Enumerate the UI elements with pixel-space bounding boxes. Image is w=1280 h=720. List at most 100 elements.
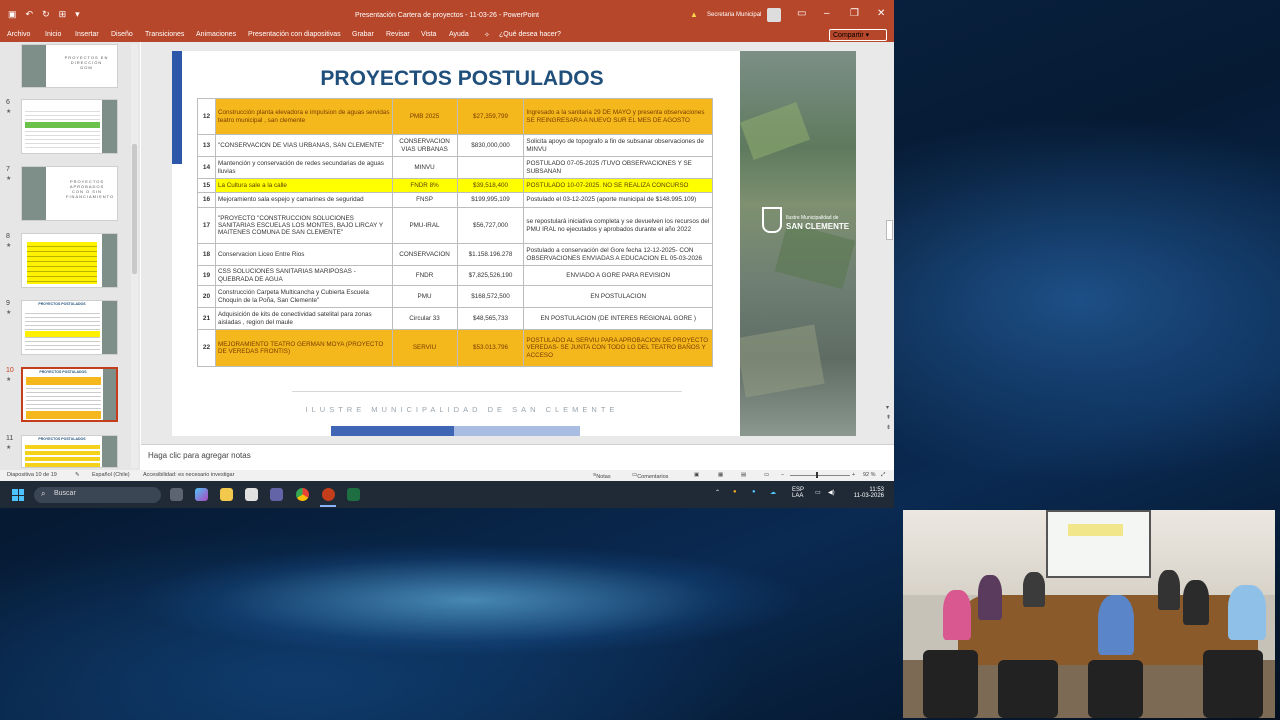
- language[interactable]: Español (Chile): [92, 472, 130, 478]
- slideshow-icon[interactable]: ▭: [764, 472, 769, 478]
- slide-accent-bar: [172, 51, 182, 164]
- warning-icon[interactable]: ▲: [690, 10, 698, 19]
- zoom-out-icon[interactable]: –: [781, 472, 784, 478]
- windows-start-icon[interactable]: [12, 489, 24, 501]
- teams-icon[interactable]: [270, 488, 283, 501]
- search-icon: ⌕: [41, 489, 46, 498]
- notes-button[interactable]: ≡ Notas: [593, 472, 611, 480]
- thumbnail-scroll-thumb[interactable]: [132, 144, 137, 274]
- slide-thumb-8[interactable]: [21, 233, 118, 288]
- volume-icon[interactable]: ◀): [828, 489, 835, 496]
- chrome-icon[interactable]: [296, 488, 309, 501]
- tab-ayuda[interactable]: Ayuda: [449, 31, 469, 38]
- table-row: 19 CSS SOLUCIONES SANITARIAS MARIPOSAS - …: [197, 265, 713, 286]
- language-indicator[interactable]: ESP LAA: [792, 487, 804, 499]
- excel-icon[interactable]: [347, 488, 360, 501]
- copilot-icon[interactable]: [195, 488, 208, 501]
- comments-label: Comentarios: [637, 474, 669, 480]
- tab-presentacion[interactable]: Presentación con diapositivas: [248, 31, 341, 38]
- tray-app-icon[interactable]: ●: [733, 489, 737, 495]
- tab-grabar[interactable]: Grabar: [352, 31, 374, 38]
- ribbon-display-icon[interactable]: ▭: [797, 8, 806, 19]
- undo-icon[interactable]: ↶: [26, 9, 34, 20]
- tab-inicio[interactable]: Inicio: [45, 31, 61, 38]
- prev-slide-icon[interactable]: ⇞: [886, 414, 891, 421]
- slide-thumb-5[interactable]: PROYECTOS EN DIRECCIÓN DOM: [21, 44, 118, 88]
- slide-thumb-6[interactable]: [21, 99, 118, 154]
- taskbar: ⌕ Buscar ⌃ ● ● ☁ ESP LAA ▭ ◀) 11:53 11-03-2…: [0, 481, 894, 508]
- tab-diseno[interactable]: Diseño: [111, 31, 133, 38]
- slide: PROYECTOS POSTULADOS 12 Construcción plan…: [172, 51, 856, 436]
- table-row: 14 Mantención y conservación de redes sec…: [197, 156, 713, 179]
- next-slide-icon[interactable]: ⇟: [886, 424, 891, 431]
- amount: $27,359,799: [456, 98, 525, 135]
- notes-pane[interactable]: Haga clic para agregar notas: [141, 444, 894, 470]
- zoom-in-icon[interactable]: +: [852, 472, 855, 478]
- user-name[interactable]: Secretaria Municipal: [707, 12, 761, 18]
- lightbulb-icon: ✧: [484, 32, 490, 39]
- powerpoint-icon[interactable]: [322, 488, 335, 501]
- projects-table: 12 Construcción planta elevadora e impuls…: [197, 98, 713, 367]
- normal-view-icon[interactable]: ▣: [694, 472, 699, 478]
- project-description: Conservacion Liceo Entre Rios: [214, 243, 393, 266]
- cloud-icon[interactable]: ☁: [770, 489, 776, 496]
- slide-thumb-7[interactable]: PROYECTOS APROBADOS CON O SIN FINANCIAMI…: [21, 166, 118, 221]
- slide-scroll-thumb[interactable]: [886, 220, 893, 240]
- tab-animaciones[interactable]: Animaciones: [196, 31, 236, 38]
- restore-icon[interactable]: ❐: [850, 8, 859, 19]
- tab-insertar[interactable]: Insertar: [75, 31, 99, 38]
- active-app-indicator: [320, 505, 336, 507]
- clock[interactable]: 11:53 11-03-2026: [847, 487, 884, 499]
- edge-tray-icon[interactable]: ●: [752, 489, 756, 495]
- store-icon[interactable]: [245, 488, 258, 501]
- avatar[interactable]: [767, 8, 781, 22]
- meeting-video-feed: [903, 510, 1275, 718]
- slide-thumb-11[interactable]: PROYECTOS POSTULADOS: [21, 435, 118, 468]
- table-row: 12 Construcción planta elevadora e impuls…: [197, 98, 713, 135]
- tab-revisar[interactable]: Revisar: [386, 31, 410, 38]
- slide-thumb-10[interactable]: PROYECTOS POSTULADOS: [21, 367, 118, 422]
- funding-source: MINVU: [391, 156, 458, 179]
- table-row: 18 Conservacion Liceo Entre Rios CONSERVAC…: [197, 243, 713, 266]
- save-icon[interactable]: ▣: [8, 9, 17, 20]
- close-icon[interactable]: ✕: [877, 8, 885, 19]
- accessibility-status[interactable]: Accesibilidad: es necesario investigar: [143, 472, 234, 478]
- project-description: "CONSERVACION DE VIAS URBANAS, SAN CLEME…: [214, 134, 393, 157]
- zoom-slider[interactable]: [790, 475, 850, 476]
- show-hidden-icons[interactable]: ⌃: [715, 489, 720, 496]
- present-icon[interactable]: ⊞: [59, 9, 67, 20]
- thumbnail-scrollbar[interactable]: [131, 44, 138, 468]
- tab-archivo[interactable]: Archivo: [7, 31, 30, 38]
- powerpoint-window: ▣ ↶ ↻ ⊞ ▾ Presentación Cartera de proyec…: [0, 0, 894, 508]
- share-button[interactable]: Compartir ▾: [829, 29, 887, 41]
- funding-source: Circular 33: [391, 307, 458, 330]
- comments-button[interactable]: ▭ Comentarios: [632, 472, 668, 480]
- reading-view-icon[interactable]: ▤: [741, 472, 746, 478]
- slide-thumb-9[interactable]: PROYECTOS POSTULADOS: [21, 300, 118, 355]
- minimize-icon[interactable]: –: [824, 8, 830, 19]
- fit-slide-icon[interactable]: ⤢: [881, 472, 885, 479]
- zoom-level[interactable]: 92 %: [863, 472, 876, 478]
- slide-scrollbar[interactable]: ▾ ⇞ ⇟: [885, 42, 894, 444]
- observation: se repostulará iniciativa completa y se …: [523, 207, 713, 244]
- funding-source: PMB 2025: [391, 98, 458, 135]
- tell-me-search[interactable]: ¿Qué desea hacer?: [499, 31, 561, 38]
- scroll-down-icon[interactable]: ▾: [886, 404, 889, 411]
- redo-icon[interactable]: ↻: [42, 9, 50, 20]
- taskbar-search[interactable]: ⌕ Buscar: [34, 487, 161, 503]
- observation: POSTULADO 07-05-2025 /TUVO OBSERVACIONES…: [523, 156, 713, 179]
- table-row: 22 MEJORAMIENTO TEATRO GERMAN MOYA (PROYE…: [197, 329, 713, 367]
- spellcheck-icon[interactable]: ✎: [75, 472, 80, 478]
- amount: $1.158.196.278: [456, 243, 525, 266]
- table-row: 15 La Cultura sale a la calle FNDR 8% $39,5…: [197, 178, 713, 193]
- row-number: 18: [197, 243, 216, 266]
- tab-transiciones[interactable]: Transiciones: [145, 31, 184, 38]
- customize-qat-icon[interactable]: ▾: [75, 9, 80, 20]
- sorter-view-icon[interactable]: ▦: [718, 472, 723, 478]
- file-explorer-icon[interactable]: [220, 488, 233, 501]
- task-view-icon[interactable]: [170, 488, 183, 501]
- network-icon[interactable]: ▭: [815, 489, 821, 496]
- zoom-slider-thumb[interactable]: [816, 472, 818, 478]
- tab-vista[interactable]: Vista: [421, 31, 436, 38]
- table-row: 20 Construcción Carpeta Multicancha y Cub…: [197, 285, 713, 308]
